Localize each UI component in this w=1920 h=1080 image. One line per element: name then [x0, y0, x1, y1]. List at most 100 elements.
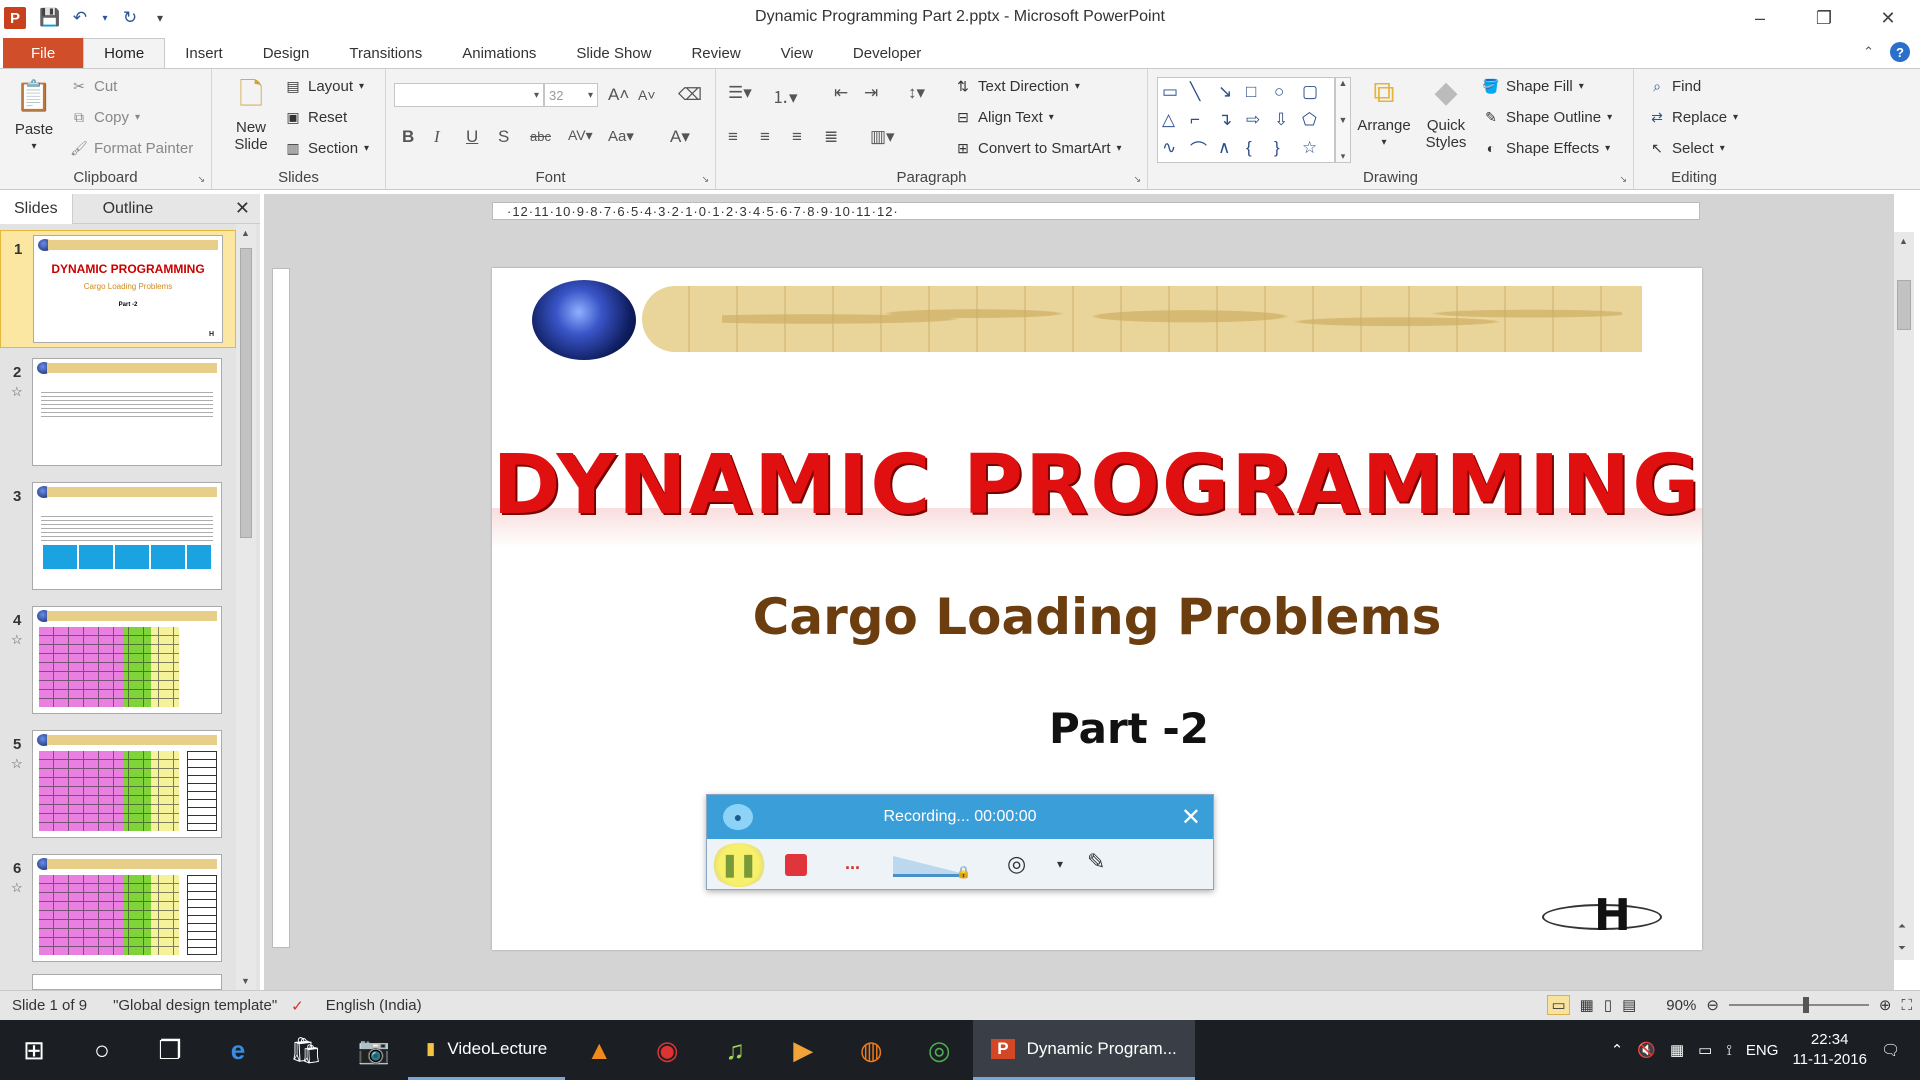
zoom-slider-knob[interactable]	[1802, 997, 1809, 1013]
character-spacing-icon[interactable]: AV▾	[568, 127, 593, 144]
slide-thumbnail-6[interactable]: 6 ☆	[0, 850, 236, 968]
shapes-gallery[interactable]: ▭ ╲ ↘ □ ○ ▢ △ ⌐ ↴ ⇨ ⇩ ⬠ ∿ ⌒ ∧ { } ☆	[1157, 77, 1335, 163]
task-view-icon[interactable]: ❐	[136, 1020, 204, 1080]
change-case-icon[interactable]: Aa▾	[608, 127, 634, 145]
section-button[interactable]: ▥ Section ▾	[284, 139, 369, 157]
left-brace-shape-icon[interactable]: {	[1246, 138, 1274, 158]
font-size-combo[interactable]: 32 ▾	[544, 83, 598, 107]
scroll-up-icon[interactable]: ▲	[241, 228, 250, 238]
show-hidden-icons[interactable]: ⌃	[1611, 1041, 1624, 1059]
oval-shape-icon[interactable]: ○	[1274, 82, 1302, 102]
language-indicator[interactable]: English (India)	[326, 997, 422, 1014]
shrink-font-icon[interactable]: A˅	[638, 87, 656, 103]
replace-button[interactable]: ⇄ Replace ▾	[1648, 108, 1738, 126]
shadow-icon[interactable]: S	[498, 127, 509, 147]
tab-developer[interactable]: Developer	[833, 38, 941, 68]
media-app-icon[interactable]: ◉	[633, 1020, 701, 1080]
horizontal-ruler[interactable]: ·12·11·10·9·8·7·6·5·4·3·2·1·0·1·2·3·4·5·…	[492, 202, 1700, 220]
italic-icon[interactable]: I	[434, 127, 440, 147]
customize-toolbar-icon[interactable]: ▾	[150, 7, 170, 29]
columns-icon[interactable]: ▥▾	[870, 127, 895, 147]
zoom-in-icon[interactable]: ⊕	[1879, 996, 1892, 1014]
down-arrow-shape-icon[interactable]: ⇩	[1274, 110, 1302, 130]
tab-outline-pane[interactable]: Outline	[73, 194, 168, 224]
gallery-up-icon[interactable]: ▲	[1339, 78, 1348, 88]
slide-sorter-view-icon[interactable]: ▦	[1580, 996, 1594, 1014]
slide-subtitle[interactable]: Cargo Loading Problems	[492, 588, 1702, 646]
notifications-icon[interactable]: 🗨	[1881, 1041, 1900, 1059]
zoom-slider[interactable]	[1728, 997, 1869, 1013]
screen-recorder-widget[interactable]: ● Recording... 00:00:00 ✕ ❚❚ ... 🔒 ◎ ▾ ✎	[706, 794, 1214, 890]
editor-scrollbar[interactable]: ▲ ⏶ ⏷	[1894, 232, 1914, 960]
previous-slide-icon[interactable]: ⏶	[1898, 921, 1906, 932]
font-name-combo[interactable]: ▾	[394, 83, 544, 107]
clear-formatting-icon[interactable]: ⌫	[678, 85, 702, 105]
slide-thumbnail-2[interactable]: 2 ☆	[0, 354, 236, 472]
grow-font-icon[interactable]: A˄	[608, 85, 629, 105]
vlc-icon[interactable]: ▲	[565, 1020, 633, 1080]
star-shape-icon[interactable]: ☆	[1302, 138, 1330, 158]
tab-file[interactable]: File	[3, 38, 84, 68]
slide-show-view-icon[interactable]: ▤	[1622, 996, 1636, 1014]
shape-effects-button[interactable]: ◐ Shape Effects ▾	[1482, 139, 1610, 157]
convert-smartart-button[interactable]: ⊞ Convert to SmartArt ▾	[954, 139, 1121, 157]
arc-shape-icon[interactable]: ⌒	[1190, 136, 1218, 161]
close-recorder-icon[interactable]: ✕	[1181, 803, 1201, 832]
theme-name[interactable]: "Global design template"	[113, 997, 277, 1014]
powerpoint-app-icon[interactable]: P	[4, 7, 26, 29]
line-spacing-icon[interactable]: ↕▾	[908, 83, 925, 103]
slide-thumbnail-5[interactable]: 5 ☆	[0, 726, 236, 844]
close-window-button[interactable]: ✕	[1856, 0, 1920, 36]
tab-view[interactable]: View	[761, 38, 833, 68]
pause-button[interactable]: ❚❚	[711, 843, 767, 887]
shape-outline-button[interactable]: ✎ Shape Outline ▾	[1482, 108, 1612, 126]
copy-button[interactable]: ⧉ Copy ▾	[70, 108, 140, 126]
drawing-launcher-icon[interactable]: ↘	[1619, 174, 1627, 185]
rectangle-shape-icon[interactable]: □	[1246, 82, 1274, 102]
find-button[interactable]: ⌕ Find	[1648, 77, 1701, 95]
triangle-shape-icon[interactable]: △	[1162, 110, 1190, 130]
paste-button[interactable]: 📋 Paste ▾	[8, 75, 60, 155]
underline-icon[interactable]: U	[466, 127, 478, 147]
next-slide-icon[interactable]: ⏷	[1898, 943, 1906, 954]
elbow-arrow-shape-icon[interactable]: ↴	[1218, 110, 1246, 130]
decrease-indent-icon[interactable]: ⇤	[834, 83, 848, 103]
right-arrow-shape-icon[interactable]: ⇨	[1246, 110, 1274, 130]
format-painter-button[interactable]: 🖌 Format Painter	[70, 139, 193, 157]
minimize-ribbon-icon[interactable]: ⌃	[1863, 44, 1874, 60]
windows-start-icon[interactable]: ⊞	[0, 1020, 68, 1080]
font-color-icon[interactable]: A▾	[670, 127, 690, 147]
restore-button[interactable]: ❐	[1792, 0, 1856, 36]
gallery-down-icon[interactable]: ▼	[1339, 115, 1348, 125]
search-icon[interactable]: ○	[68, 1020, 136, 1080]
zoom-level[interactable]: 90%	[1666, 997, 1696, 1014]
paragraph-launcher-icon[interactable]: ↘	[1133, 174, 1141, 185]
input-language[interactable]: ENG	[1746, 1042, 1779, 1059]
text-box-shape-icon[interactable]: ▭	[1162, 82, 1190, 102]
arrow-line-shape-icon[interactable]: ↘	[1218, 82, 1246, 102]
volume-slider[interactable]: 🔒	[893, 853, 971, 879]
slide-thumbnail-3[interactable]: 3	[0, 478, 236, 596]
camera-app-icon[interactable]: 📷	[340, 1020, 408, 1080]
normal-view-icon[interactable]: ▭	[1547, 995, 1570, 1015]
undo-icon[interactable]: ↶	[70, 7, 90, 29]
align-center-icon[interactable]: ≡	[760, 127, 770, 147]
text-direction-button[interactable]: ⇅ Text Direction ▾	[954, 77, 1080, 95]
spell-check-icon[interactable]: ✓	[291, 997, 304, 1015]
tab-home[interactable]: Home	[83, 38, 166, 68]
elbow-connector-shape-icon[interactable]: ⌐	[1190, 110, 1218, 130]
save-icon[interactable]: 💾	[39, 7, 60, 29]
quick-styles-button[interactable]: ◆ Quick Styles	[1414, 71, 1478, 151]
zoom-out-icon[interactable]: ⊖	[1706, 996, 1719, 1014]
slide-thumbnail-1[interactable]: 1 DYNAMIC PROGRAMMING Cargo Loading Prob…	[0, 230, 236, 348]
chrome-icon[interactable]: ◎	[905, 1020, 973, 1080]
pentagon-shape-icon[interactable]: ⬠	[1302, 110, 1330, 130]
arrange-button[interactable]: ⧉ Arrange ▾	[1352, 71, 1416, 151]
pen-icon[interactable]: ✎	[1087, 849, 1105, 875]
tab-transitions[interactable]: Transitions	[329, 38, 442, 68]
wifi-off-icon[interactable]: ⟟	[1726, 1042, 1732, 1059]
vertical-ruler[interactable]	[272, 268, 290, 948]
tab-animations[interactable]: Animations	[442, 38, 556, 68]
minimize-button[interactable]: –	[1728, 0, 1792, 36]
curve-shape-icon[interactable]: ∿	[1162, 138, 1190, 158]
